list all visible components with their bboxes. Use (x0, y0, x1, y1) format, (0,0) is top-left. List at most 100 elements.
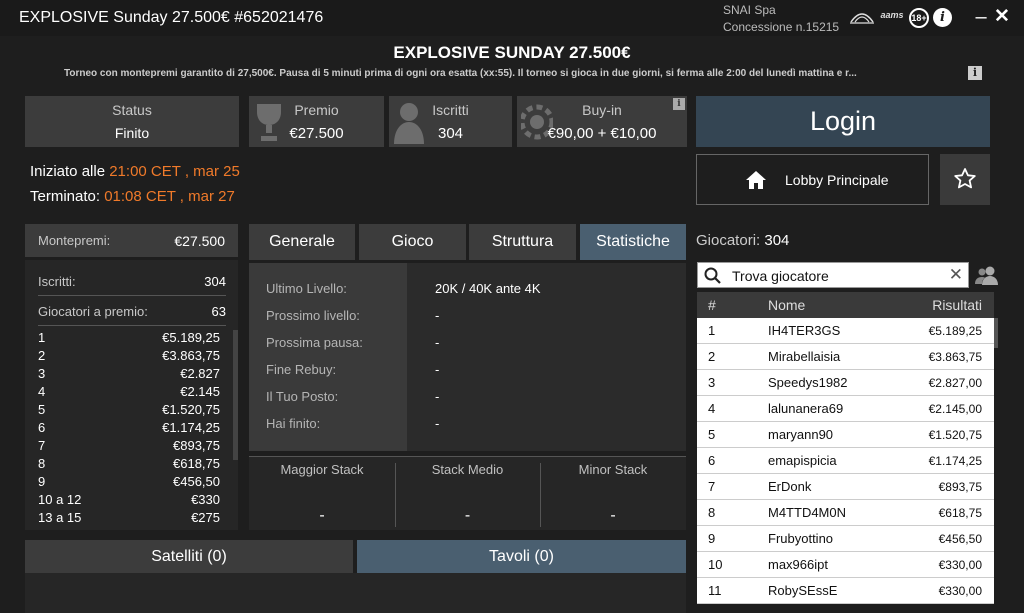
prize-amount: €5.189,25 (162, 330, 220, 345)
row-position: 5 (708, 427, 716, 442)
prize-pos: 10 a 12 (38, 492, 82, 507)
prize-row: 1 €5.189,25 (38, 330, 220, 348)
statistics-rows: Ultimo Livello: 20K / 40K ante 4K Prossi… (249, 263, 686, 451)
row-name: Mirabellaisia (768, 349, 841, 364)
players-table: 1 IH4TER3GS €5.189,25 2 Mirabellaisia €3.863… (697, 318, 994, 613)
prize-row: 5 €1.520,75 (38, 402, 220, 420)
players-scrollbar[interactable] (994, 318, 998, 348)
next-break-label: Prossima pausa: (266, 335, 363, 350)
table-row[interactable]: 3 Speedys1982 €2.827,00 (697, 370, 994, 396)
prize-amount: €3.863,75 (162, 348, 220, 363)
finished-label: Hai finito: (266, 416, 321, 431)
stack-stats: Maggior Stack - Stack Medio - Minor Stac… (249, 456, 686, 530)
row-position: 7 (708, 479, 716, 494)
table-row[interactable]: 2 Mirabellaisia €3.863,75 (697, 344, 994, 370)
table-row[interactable]: 9 Frubyottino €456,50 (697, 526, 994, 552)
table-row[interactable]: 5 maryann90 €1.520,75 (697, 422, 994, 448)
table-row[interactable]: 8 M4TTD4M0N €618,75 (697, 500, 994, 526)
tab-satelliti[interactable]: Satelliti (0) (25, 540, 353, 573)
largest-stack-label: Maggior Stack (280, 462, 364, 477)
prize-amount: €2.827 (180, 366, 220, 381)
header-results[interactable]: Risultati (932, 297, 982, 313)
prize-row: 13 a 15 €275 (38, 510, 220, 528)
tab-gioco[interactable]: Gioco (359, 224, 466, 260)
minimize-button[interactable]: – (972, 7, 990, 28)
prize-row: 7 €893,75 (38, 438, 220, 456)
players-table-header: # Nome Risultati (697, 292, 994, 318)
tournament-title: EXPLOSIVE SUNDAY 27.500€ (393, 43, 631, 62)
row-position: 4 (708, 401, 716, 416)
prize-pos: 6 (38, 420, 46, 435)
row-result: €3.863,75 (928, 350, 982, 364)
login-button[interactable]: Login (696, 96, 990, 147)
row-name: RobySEssE (768, 583, 838, 598)
clear-search-icon[interactable]: ✕ (949, 265, 963, 285)
table-row[interactable]: 7 ErDonk €893,75 (697, 474, 994, 500)
entrants-value: 304 (437, 125, 464, 142)
row-name: Speedys1982 (768, 375, 848, 390)
prize-pool-value: €27.500 (174, 233, 225, 249)
prize-amount: €330 (191, 492, 220, 507)
players-count: Giocatori: 304 (696, 232, 789, 249)
ended-time: Terminato: 01:08 CET , mar 27 (30, 188, 235, 205)
next-break-value: - (435, 335, 440, 350)
prize-pos: 1 (38, 330, 46, 345)
prize-pos: 7 (38, 438, 46, 453)
buyin-value: €90,00 + €10,00 (547, 125, 657, 142)
prize-amount: €1.174,25 (162, 420, 220, 435)
table-row[interactable]: 11 RobySEssE €330,00 (697, 578, 994, 604)
row-position: 9 (708, 531, 716, 546)
prize-pos: 3 (38, 366, 46, 381)
row-name: emapispicia (768, 453, 837, 468)
header-position[interactable]: # (708, 297, 716, 313)
smallest-stack: Minor Stack - (540, 462, 686, 536)
window-title: EXPLOSIVE Sunday 27.500€ #652021476 (19, 9, 324, 26)
favorite-button[interactable] (940, 154, 990, 205)
tab-tavoli[interactable]: Tavoli (0) (357, 540, 686, 573)
smallest-stack-value: - (610, 507, 616, 524)
prize-pos: 8 (38, 456, 46, 471)
prize-pos: 5 (38, 402, 46, 417)
buyin-info-icon[interactable]: i (673, 98, 685, 110)
row-position: 1 (708, 323, 716, 338)
prize-amount: €893,75 (173, 438, 220, 453)
average-stack: Stack Medio - (395, 462, 540, 536)
rebuy-end-value: - (435, 362, 440, 377)
status-label: Status (112, 102, 152, 118)
tab-statistiche[interactable]: Statistiche (580, 224, 686, 260)
tab-struttura[interactable]: Struttura (469, 224, 576, 260)
prize-row: 8 €618,75 (38, 456, 220, 474)
row-result: €5.189,25 (928, 324, 982, 338)
prize-box: Premio €27.500 (249, 96, 384, 147)
table-row[interactable]: 6 emapispicia €1.174,25 (697, 448, 994, 474)
table-row[interactable]: 10 max966ipt €330,00 (697, 552, 994, 578)
info-icon[interactable]: i (933, 8, 952, 27)
lobby-button[interactable]: Lobby Principale (696, 154, 929, 205)
operator-name: SNAI Spa (723, 3, 776, 17)
tab-generale[interactable]: Generale (249, 224, 355, 260)
prize-scrollbar[interactable] (233, 330, 238, 460)
last-level-value: 20K / 40K ante 4K (435, 281, 541, 296)
players-icon[interactable] (975, 265, 999, 285)
prize-pos: 9 (38, 474, 46, 489)
average-stack-label: Stack Medio (431, 462, 504, 477)
search-input[interactable] (732, 266, 942, 286)
close-button[interactable]: ✕ (993, 7, 1011, 27)
finished-value: - (435, 416, 440, 431)
row-position: 10 (708, 557, 723, 572)
table-row[interactable]: 1 IH4TER3GS €5.189,25 (697, 318, 994, 344)
table-row[interactable]: 4 lalunanera69 €2.145,00 (697, 396, 994, 422)
row-position: 2 (708, 349, 716, 364)
entrants-box: Iscritti 304 (389, 96, 512, 147)
row-name: max966ipt (768, 557, 828, 572)
prize-pool-header: Montepremi: €27.500 (25, 224, 238, 257)
prize-amount: €2.145 (180, 384, 220, 399)
header-name[interactable]: Nome (768, 297, 805, 313)
prize-amount: €1.520,75 (162, 402, 220, 417)
row-position: 3 (708, 375, 716, 390)
row-result: €1.174,25 (928, 454, 982, 468)
status-box: Status Finito (25, 96, 239, 147)
buyin-label: Buy-in (582, 102, 622, 118)
ended-value: 01:08 CET , mar 27 (104, 188, 235, 205)
description-info-icon[interactable]: i (968, 66, 982, 80)
